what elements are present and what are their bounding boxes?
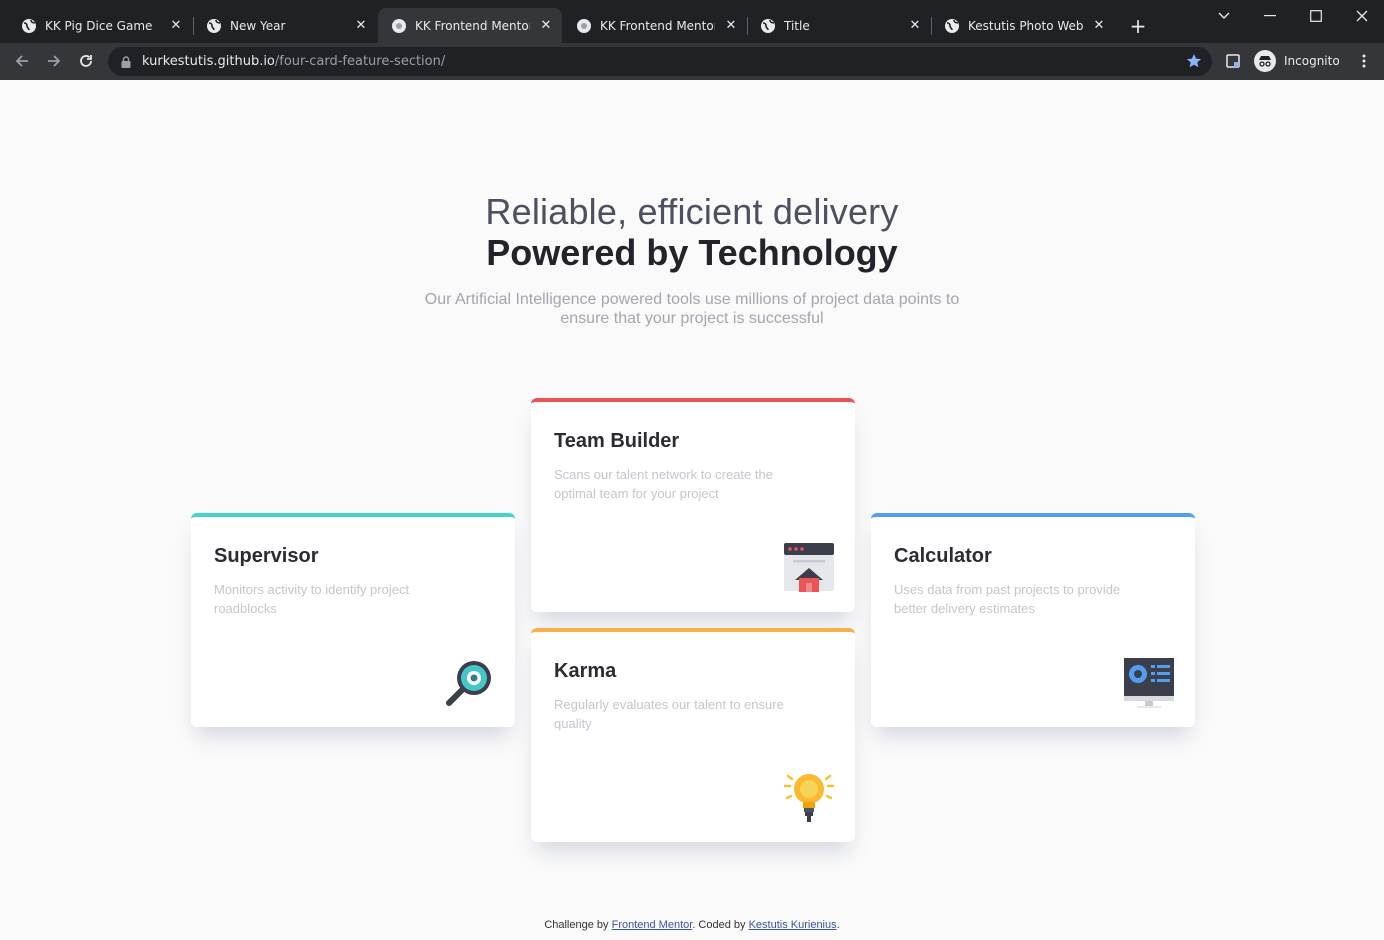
close-icon[interactable]: ✕ [538, 18, 554, 34]
hero-subtitle: Our Artificial Intelligence powered tool… [424, 291, 960, 327]
minimize-icon[interactable] [1258, 4, 1282, 28]
new-tab-button[interactable]: + [1126, 14, 1150, 38]
browser-tab[interactable]: KK Pig Dice Game ✕ [8, 8, 192, 43]
card-title: Supervisor [214, 545, 319, 567]
lightbulb-icon [783, 772, 835, 824]
browser-toolbar: kurkestutis.github.io/four-card-feature-… [0, 43, 1384, 80]
address-bar[interactable]: kurkestutis.github.io/four-card-feature-… [108, 47, 1212, 76]
incognito-icon [1254, 50, 1276, 72]
frontend-mentor-favicon-icon [391, 18, 407, 34]
team-builder-icon [783, 542, 835, 594]
card-title: Karma [554, 660, 617, 682]
card-description: Uses data from past projects to provide … [894, 582, 1121, 616]
incognito-label: Incognito [1284, 54, 1340, 68]
close-icon[interactable]: ✕ [723, 18, 739, 34]
browser-tab-bar: KK Pig Dice Game ✕ New Year ✕ KK Fronten… [0, 0, 1384, 43]
card-description: Monitors activity to identify project ro… [214, 582, 410, 616]
tab-title: New Year [230, 18, 286, 33]
hero-heading-light: Reliable, efficient delivery [485, 191, 899, 232]
card-title: Calculator [894, 545, 992, 567]
browser-tab[interactable]: KK Frontend Mentor | 1 ✕ [563, 8, 747, 43]
incognito-indicator[interactable]: Incognito [1254, 49, 1340, 73]
footer-middle: . Coded by [692, 919, 749, 931]
attribution-footer: Challenge by Frontend Mentor. Coded by K… [0, 919, 1384, 931]
back-arrow-icon[interactable] [10, 49, 34, 73]
close-icon[interactable]: ✕ [907, 18, 923, 34]
globe-icon [760, 18, 776, 34]
bookmark-star-icon[interactable] [1186, 53, 1202, 69]
reload-icon[interactable] [74, 49, 98, 73]
footer-prefix: Challenge by [544, 919, 612, 931]
tab-title: KK Frontend Mentor | F [415, 18, 530, 33]
page-content: Reliable, efficient delivery Powered by … [0, 80, 1384, 940]
browser-tab[interactable]: Title ✕ [747, 8, 931, 43]
window-close-icon[interactable] [1350, 4, 1374, 28]
tab-search-chevron-icon[interactable] [1212, 4, 1236, 28]
browser-tab[interactable]: New Year ✕ [193, 8, 377, 43]
close-icon[interactable]: ✕ [1091, 18, 1107, 34]
tab-title: KK Frontend Mentor | 1 [600, 18, 715, 33]
author-link[interactable]: Kestutis Kurienius [749, 919, 837, 931]
magnifier-icon [443, 657, 495, 709]
side-panel-icon[interactable] [1221, 49, 1245, 73]
maximize-icon[interactable] [1304, 4, 1328, 28]
tab-title: Kestutis Photo Website [968, 18, 1083, 33]
globe-icon [206, 18, 222, 34]
frontend-mentor-link[interactable]: Frontend Mentor [612, 919, 693, 931]
card-team-builder: Team Builder Scans our talent network to… [531, 398, 855, 612]
frontend-mentor-favicon-icon [576, 18, 592, 34]
browser-tab[interactable]: Kestutis Photo Website ✕ [931, 8, 1115, 43]
tab-title: KK Pig Dice Game [45, 18, 153, 33]
lock-icon[interactable] [120, 55, 132, 69]
tab-title: Title [784, 18, 810, 33]
card-karma: Karma Regularly evaluates our talent to … [531, 628, 855, 842]
close-icon[interactable]: ✕ [168, 18, 184, 34]
card-supervisor: Supervisor Monitors activity to identify… [191, 513, 515, 727]
globe-icon [944, 18, 960, 34]
browser-tab-active[interactable]: KK Frontend Mentor | F ✕ [378, 8, 562, 43]
url-path: /four-card-feature-section/ [274, 54, 446, 69]
hero-heading-bold: Powered by Technology [486, 232, 898, 273]
browser-menu-icon[interactable] [1352, 49, 1376, 73]
close-icon[interactable]: ✕ [353, 18, 369, 34]
calculator-icon [1123, 657, 1175, 709]
card-calculator: Calculator Uses data from past projects … [871, 513, 1195, 727]
card-title: Team Builder [554, 430, 680, 452]
card-description: Scans our talent network to create the o… [554, 467, 773, 501]
url-text: kurkestutis.github.io/four-card-feature-… [142, 54, 445, 69]
url-host: kurkestutis.github.io [142, 54, 275, 69]
forward-arrow-icon[interactable] [42, 49, 66, 73]
footer-suffix: . [836, 919, 840, 931]
globe-icon [21, 18, 37, 34]
card-description: Regularly evaluates our talent to ensure… [554, 697, 784, 731]
